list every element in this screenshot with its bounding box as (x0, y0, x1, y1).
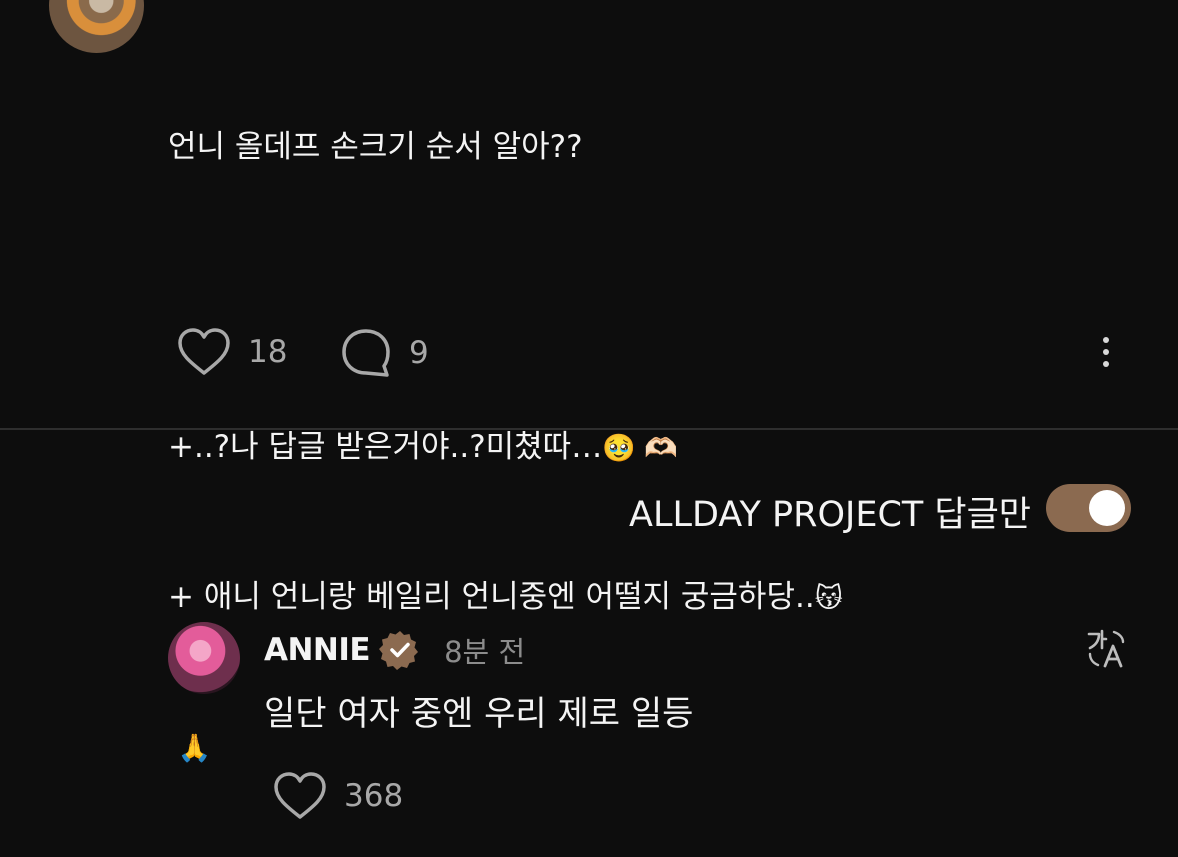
verified-badge-icon (379, 631, 419, 670)
more-options-button[interactable] (1092, 334, 1120, 374)
like-count: 18 (248, 334, 288, 370)
artist-replies-toggle[interactable] (1046, 484, 1131, 532)
reply-button[interactable]: 9 (339, 326, 429, 380)
translate-button[interactable] (1086, 628, 1126, 668)
reply-like-button[interactable]: 368 (272, 770, 403, 822)
praying-hands-emoji: 🙏 (177, 733, 212, 764)
reply-header: ANNIE 8분 전 (264, 628, 525, 672)
comment-line-2 (168, 272, 1028, 322)
reply-like-count: 368 (344, 778, 404, 814)
commenter-avatar[interactable] (49, 0, 144, 53)
heart-icon (274, 772, 326, 819)
reply-body: 일단 여자 중엔 우리 제로 일등 (264, 694, 694, 734)
comment-line-4: + 애니 언니랑 베일리 언니중엔 어떨지 궁금하당..😽 (168, 579, 843, 615)
kissing-cat-emoji: 😽 (814, 583, 843, 614)
emoji-group: 🥹 🫶🏻 (602, 433, 679, 464)
reply-author-avatar[interactable] (168, 622, 240, 694)
comment-line-1: 언니 올데프 손크기 순서 알아?? (168, 129, 583, 165)
reply-count: 9 (409, 335, 429, 371)
translate-icon (1087, 629, 1125, 668)
heart-icon (178, 328, 230, 375)
like-button[interactable]: 18 (176, 326, 287, 378)
divider (0, 428, 1178, 430)
filter-label: ALLDAY PROJECT 답글만 (629, 495, 1031, 535)
reply-author-name[interactable]: ANNIE (264, 632, 371, 668)
reply-timestamp: 8분 전 (444, 635, 526, 669)
more-vertical-icon (1103, 337, 1109, 367)
speech-bubble-icon (342, 329, 390, 377)
toggle-knob (1089, 490, 1125, 526)
